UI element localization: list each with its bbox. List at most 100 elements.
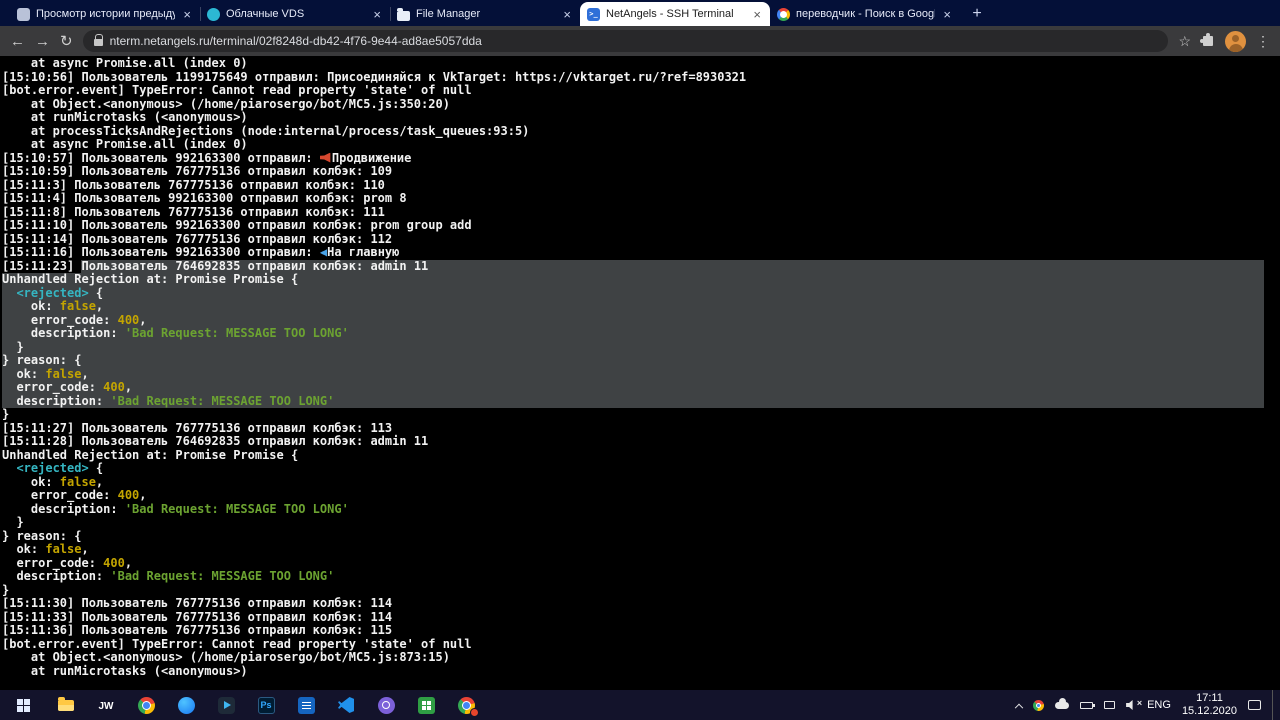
tab-close-icon[interactable]: × xyxy=(751,7,763,22)
terminal-line: at runMicrotasks (<anonymous>) xyxy=(2,663,248,678)
hidden-icons-caret[interactable] xyxy=(1014,703,1024,713)
terminal-line: at runMicrotasks (<anonymous>) xyxy=(2,110,248,124)
browser-toolbar: ← → ↻ nterm.netangels.ru/terminal/02f824… xyxy=(0,26,1280,56)
terminal-line: error_code: 400, xyxy=(2,313,1264,327)
terminal-line: at async Promise.all (index 0) xyxy=(2,56,248,70)
terminal-line: } xyxy=(2,515,24,529)
terminal-line: [15:10:59] Пользователь 767775136 отправ… xyxy=(2,164,393,178)
terminal-line: error_code: 400, xyxy=(2,555,133,570)
folder-favicon xyxy=(397,7,410,21)
terminal-line: ok: false, xyxy=(2,474,104,489)
tab-title: переводчик - Поиск в Google xyxy=(796,8,936,20)
terminal-line: description: 'Bad Request: MESSAGE TOO L… xyxy=(2,501,349,516)
terminal-line: ok: false, xyxy=(2,542,89,556)
tray-cloud-icon[interactable] xyxy=(1055,697,1070,709)
terminal-line: [15:11:3] Пользователь 767775136 отправи… xyxy=(2,177,385,192)
desktop: Просмотр истории предыдущи × Облачные VDS ×… xyxy=(0,0,1280,720)
terminal-line: [15:11:16] Пользователь 992163300 отправ… xyxy=(2,245,400,259)
terminal-line: [15:11:28] Пользователь 764692835 отправ… xyxy=(2,434,429,448)
forward-button[interactable]: → xyxy=(35,34,50,49)
terminal-line: } xyxy=(2,340,1264,354)
terminal-line: error_code: 400, xyxy=(2,488,147,502)
tray-chrome-icon[interactable] xyxy=(1033,699,1045,711)
tab-google[interactable]: переводчик - Поиск в Google × xyxy=(770,2,960,26)
taskbar-jw-library-icon[interactable] xyxy=(86,690,126,720)
taskbar-chrome-badged-icon[interactable] xyxy=(446,690,486,720)
terminal-line: } reason: { xyxy=(2,528,82,543)
bookmark-star-icon[interactable]: ☆ xyxy=(1178,34,1191,48)
tab-title: NetAngels - SSH Terminal xyxy=(606,8,734,20)
terminal-line: [15:11:4] Пользователь 992163300 отправи… xyxy=(2,191,407,205)
browser-menu-icon[interactable]: ⋮ xyxy=(1256,34,1270,48)
terminal-line: [15:10:56] Пользователь 1199175649 отпра… xyxy=(2,69,747,84)
megaphone-icon xyxy=(319,152,331,163)
new-tab-button[interactable]: + xyxy=(964,2,990,26)
taskbar-messenger-icon[interactable] xyxy=(166,690,206,720)
terminal-line: at processTicksAndRejections (node:inter… xyxy=(2,123,530,138)
terminal-line: [15:11:27] Пользователь 767775136 отправ… xyxy=(2,420,393,435)
profile-avatar[interactable] xyxy=(1225,30,1246,52)
terminal-line: at async Promise.all (index 0) xyxy=(2,137,248,151)
taskbar-telegram-icon[interactable] xyxy=(206,690,246,720)
terminal-line: at Object.<anonymous> (/home/piarosergo/… xyxy=(2,96,450,111)
terminal-line: [bot.error.event] TypeError: Cannot read… xyxy=(2,636,472,651)
terminal-line: description: 'Bad Request: MESSAGE TOO L… xyxy=(2,326,1264,341)
url-text: nterm.netangels.ru/terminal/02f8248d-db4… xyxy=(109,34,482,48)
terminal-screen[interactable]: at async Promise.all (index 0) [15:10:56]… xyxy=(0,56,1280,690)
terminal-line: [15:11:33] Пользователь 767775136 отправ… xyxy=(2,609,393,624)
show-desktop-button[interactable] xyxy=(1272,690,1277,720)
tab-terminal[interactable]: NetAngels - SSH Terminal × xyxy=(580,2,770,26)
tab-title: Облачные VDS xyxy=(226,8,305,20)
taskbar-blue-app-icon[interactable] xyxy=(286,690,326,720)
terminal-line: Unhandled Rejection at: Promise Promise … xyxy=(2,272,1264,287)
clock-time: 17:11 xyxy=(1196,692,1223,704)
tray-network-icon[interactable] xyxy=(1104,701,1116,709)
terminal-line: } reason: { xyxy=(2,353,1264,368)
taskbar-start-icon[interactable] xyxy=(0,690,46,720)
taskbar-viber-icon[interactable] xyxy=(366,690,406,720)
tab-close-icon[interactable]: × xyxy=(371,7,383,22)
terminal-line: <rejected> { xyxy=(2,286,1264,300)
taskbar-photoshop-icon[interactable] xyxy=(246,690,286,720)
terminal-line: at Object.<anonymous> (/home/piarosergo/… xyxy=(2,650,450,664)
google-favicon xyxy=(777,7,790,21)
terminal-line: } xyxy=(2,407,10,421)
tab-title: Просмотр истории предыдущи xyxy=(36,8,176,20)
tray-battery-icon[interactable] xyxy=(1080,701,1096,709)
tab-close-icon[interactable]: × xyxy=(561,7,573,22)
taskbar-explorer-icon[interactable] xyxy=(46,690,86,720)
taskbar-green-app-icon[interactable] xyxy=(406,690,446,720)
terminal-line: Unhandled Rejection at: Promise Promise … xyxy=(2,447,299,462)
reload-button[interactable]: ↻ xyxy=(60,34,73,49)
terminal-line: description: 'Bad Request: MESSAGE TOO L… xyxy=(2,569,335,583)
taskbar-icons xyxy=(0,690,486,720)
taskbar-vscode-icon[interactable] xyxy=(326,690,366,720)
history-favicon xyxy=(17,7,30,21)
terminal-line: [15:11:30] Пользователь 767775136 отправ… xyxy=(2,596,393,610)
tab-close-icon[interactable]: × xyxy=(181,7,193,22)
taskbar: × ENG 17:11 15.12.2020 xyxy=(0,690,1280,720)
clock-date: 15.12.2020 xyxy=(1181,705,1237,717)
tab-files[interactable]: File Manager × xyxy=(390,2,580,26)
tab-cloud[interactable]: Облачные VDS × xyxy=(200,2,390,26)
extensions-puzzle-icon[interactable] xyxy=(1200,33,1213,46)
terminal-favicon xyxy=(587,7,600,21)
action-center-icon[interactable] xyxy=(1248,700,1261,710)
back-button[interactable]: ← xyxy=(10,34,25,49)
terminal-line: [bot.error.event] TypeError: Cannot read… xyxy=(2,83,472,97)
language-indicator[interactable]: ENG xyxy=(1147,699,1171,711)
terminal-line: [15:10:57] Пользователь 992163300 отправ… xyxy=(2,150,412,165)
taskbar-chrome-icon[interactable] xyxy=(126,690,166,720)
tray-volume-muted-icon[interactable]: × xyxy=(1126,698,1142,710)
terminal-line: [15:11:36] Пользователь 767775136 отправ… xyxy=(2,623,393,637)
lock-icon[interactable] xyxy=(93,34,104,46)
terminal-line: <rejected> { xyxy=(16,461,104,475)
tab-history[interactable]: Просмотр истории предыдущи × xyxy=(10,2,200,26)
terminal-line: } xyxy=(2,582,10,597)
address-bar[interactable]: nterm.netangels.ru/terminal/02f8248d-db4… xyxy=(82,30,1169,52)
taskbar-clock[interactable]: 17:11 15.12.2020 xyxy=(1182,692,1237,718)
tab-close-icon[interactable]: × xyxy=(941,7,953,22)
terminal-line: ok: false, xyxy=(2,367,1264,381)
terminal-line: error_code: 400, xyxy=(2,380,1264,395)
system-tray: × ENG 17:11 15.12.2020 xyxy=(1014,690,1280,720)
